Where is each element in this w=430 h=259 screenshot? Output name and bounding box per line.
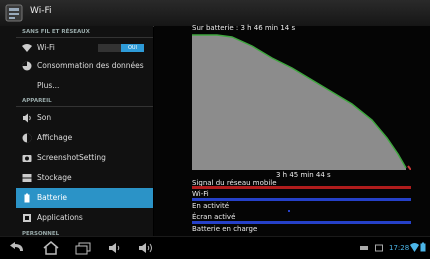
battery-level-end-marker [407, 165, 411, 170]
wifi-toggle[interactable]: OUI [98, 44, 144, 52]
divider [16, 106, 153, 107]
sidebar-item-battery[interactable]: Batterie [16, 188, 153, 208]
sidebar-item-label: Consommation des données [37, 61, 144, 70]
wifi-label: Wi-Fi [192, 190, 209, 198]
usb-notification-icon[interactable] [360, 244, 368, 252]
elapsed-time-label: 3 h 45 min 44 s [276, 171, 331, 179]
home-icon[interactable] [42, 241, 60, 255]
sidebar-item-label: Wi-Fi [37, 43, 55, 52]
brightness-icon [22, 133, 32, 143]
sidebar-item-screenshot[interactable]: ScreenshotSetting [16, 148, 153, 168]
sidebar-item-label: ScreenshotSetting [37, 153, 106, 162]
settings-sidebar: SANS FIL ET RÉSEAUX Wi-Fi OUI Consommati… [0, 26, 153, 237]
battery-level-area [192, 35, 406, 170]
clock[interactable]: 17:28 [389, 244, 409, 252]
wifi-bar [192, 198, 411, 201]
screen-on-bar [192, 221, 411, 224]
sidebar-item-sound[interactable]: Son [16, 108, 153, 128]
awake-marker [288, 210, 290, 212]
sidebar-item-label: Batterie [37, 193, 68, 202]
wifi-toggle-state: OUI [121, 44, 144, 52]
section-header-device: APPAREIL [22, 98, 52, 104]
sidebar-item-storage[interactable]: Stockage [16, 168, 153, 188]
sidebar-item-more[interactable]: Plus... [16, 76, 153, 96]
on-battery-label: Sur batterie : 3 h 46 min 14 s [192, 24, 296, 32]
mobile-signal-bar [192, 186, 411, 189]
speaker-icon [23, 113, 31, 123]
settings-app-icon[interactable] [5, 4, 23, 22]
section-header-wireless: SANS FIL ET RÉSEAUX [22, 29, 90, 35]
sidebar-item-wifi[interactable]: Wi-Fi OUI [16, 38, 153, 58]
apps-icon [23, 214, 31, 222]
back-icon[interactable] [8, 241, 26, 255]
system-navigation-bar: 17:28 [0, 236, 430, 259]
volume-up-icon[interactable] [138, 241, 154, 255]
volume-down-icon[interactable] [108, 241, 124, 255]
camera-icon [22, 155, 32, 162]
wifi-signal-icon [410, 243, 419, 252]
screenshot-notification-icon[interactable] [375, 244, 383, 252]
sidebar-item-label: Son [37, 113, 52, 122]
sidebar-item-apps[interactable]: Applications [16, 208, 153, 228]
action-bar: Wi-Fi [0, 0, 430, 27]
charging-label: Batterie en charge [192, 225, 258, 233]
page-title: Wi-Fi [30, 6, 52, 16]
battery-icon [24, 193, 30, 203]
battery-status-icon [420, 242, 426, 252]
sidebar-item-label: Affichage [37, 133, 73, 142]
sidebar-item-data-usage[interactable]: Consommation des données [16, 56, 153, 76]
wifi-icon [22, 44, 32, 52]
sidebar-item-label: Stockage [37, 173, 72, 182]
sidebar-item-display[interactable]: Affichage [16, 128, 153, 148]
data-usage-icon [22, 61, 32, 71]
battery-graph [192, 34, 411, 170]
awake-label: En activité [192, 202, 230, 210]
sidebar-item-label: Applications [37, 213, 83, 222]
recent-apps-icon[interactable] [74, 241, 92, 255]
sidebar-item-label: Plus... [37, 81, 60, 90]
storage-icon [22, 174, 32, 182]
screen-on-label: Écran activé [192, 213, 236, 221]
